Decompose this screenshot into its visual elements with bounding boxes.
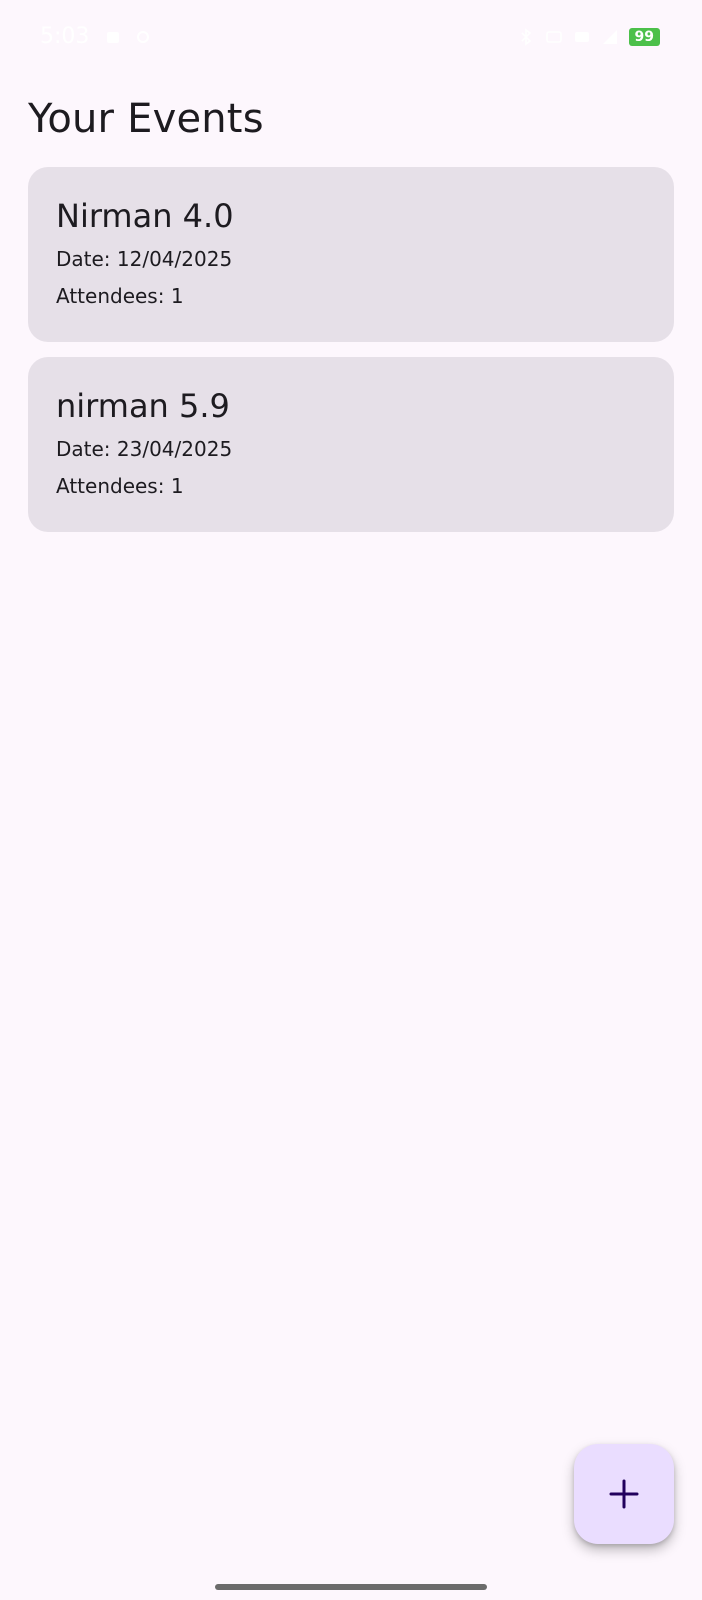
status-left-icons xyxy=(104,28,152,46)
battery-indicator: 99 xyxy=(628,28,660,46)
event-name: nirman 5.9 xyxy=(56,387,230,425)
events-list: Nirman 4.0 Date: 12/04/2025 Attendees: 1… xyxy=(28,167,674,547)
status-time: 5:03 xyxy=(40,24,90,49)
bluetooth-icon xyxy=(517,28,535,46)
location-icon xyxy=(134,28,152,46)
notification-icon xyxy=(104,28,122,46)
event-date: Date: 23/04/2025 xyxy=(56,437,233,461)
event-attendees: Attendees: 1 xyxy=(56,474,184,498)
home-indicator[interactable] xyxy=(215,1584,487,1590)
event-date: Date: 12/04/2025 xyxy=(56,247,233,271)
event-card[interactable]: Nirman 4.0 Date: 12/04/2025 Attendees: 1 xyxy=(28,167,674,342)
status-bar: 5:03 99 xyxy=(0,0,702,80)
plus-icon xyxy=(609,1479,639,1509)
status-right-icons: 99 xyxy=(517,28,660,46)
add-event-button[interactable] xyxy=(574,1444,674,1544)
signal-icon xyxy=(601,28,619,46)
event-card[interactable]: nirman 5.9 Date: 23/04/2025 Attendees: 1 xyxy=(28,357,674,532)
data-icon-2 xyxy=(573,28,591,46)
event-attendees: Attendees: 1 xyxy=(56,284,184,308)
page-title: Your Events xyxy=(28,96,264,142)
event-name: Nirman 4.0 xyxy=(56,197,234,235)
data-icon xyxy=(545,28,563,46)
